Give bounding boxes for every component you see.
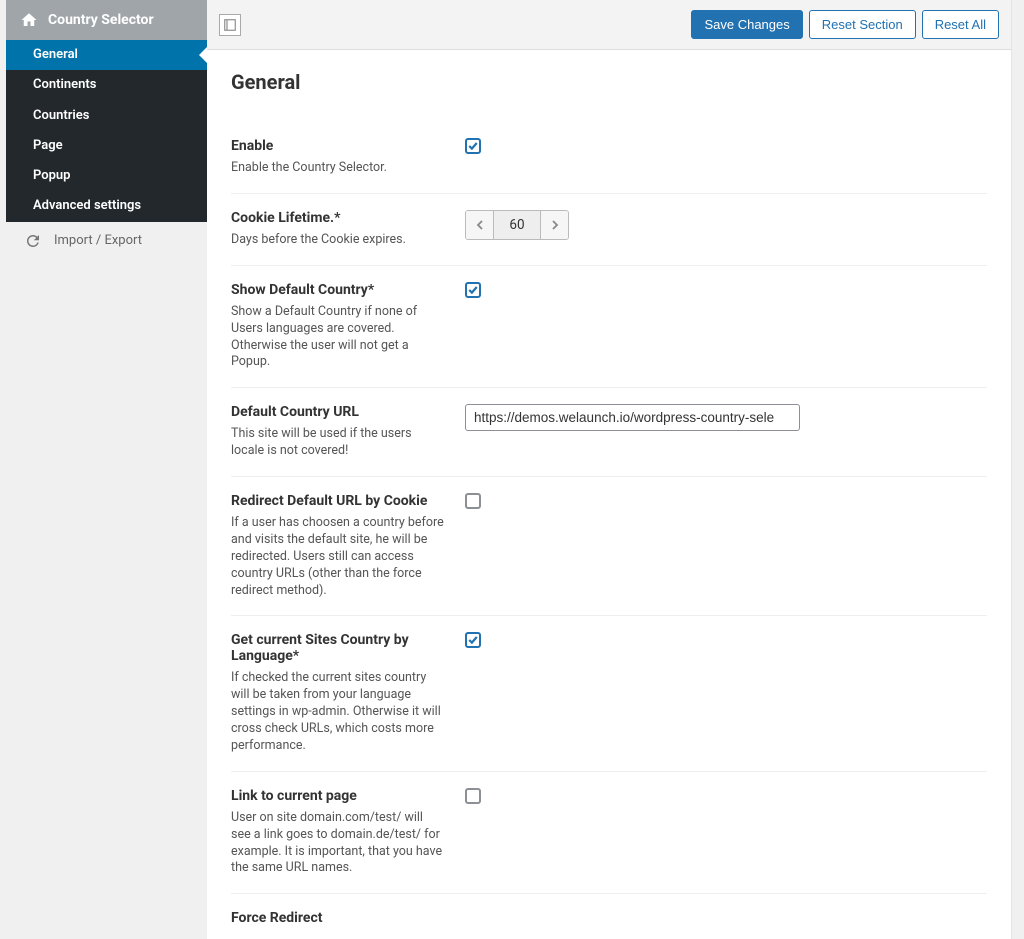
chevron-left-icon (476, 220, 484, 230)
sidebar-item-advanced[interactable]: Advanced settings (6, 191, 207, 221)
field-desc-link-current: User on site domain.com/test/ will see a… (231, 810, 445, 878)
sidebar-item-continents[interactable]: Continents (6, 70, 207, 100)
expand-icon (224, 19, 236, 31)
refresh-icon (24, 232, 42, 250)
sidebar-item-import-export[interactable]: Import / Export (6, 222, 207, 260)
field-desc-default-url: This site will be used if the users loca… (231, 426, 445, 460)
spinner-increment[interactable] (540, 211, 568, 239)
field-desc-cookie: Days before the Cookie expires. (231, 232, 445, 249)
sidebar-item-general[interactable]: General (6, 40, 207, 70)
save-button[interactable]: Save Changes (691, 10, 802, 39)
field-desc-enable: Enable the Country Selector. (231, 160, 445, 177)
check-icon (467, 634, 479, 646)
field-label-redirect-cookie: Redirect Default URL by Cookie (231, 493, 445, 509)
sidebar-title: Country Selector (48, 12, 154, 28)
default-url-input[interactable] (465, 404, 800, 431)
sidebar-secondary-label: Import / Export (54, 233, 142, 248)
spinner-decrement[interactable] (466, 211, 494, 239)
page-title: General (231, 70, 987, 94)
check-icon (467, 284, 479, 296)
link-current-checkbox[interactable] (465, 788, 481, 804)
field-label-by-language: Get current Sites Country by Language* (231, 632, 445, 664)
show-default-checkbox[interactable] (465, 282, 481, 298)
expand-button[interactable] (219, 14, 241, 36)
reset-all-button[interactable]: Reset All (922, 10, 999, 39)
reset-section-button[interactable]: Reset Section (809, 10, 916, 39)
field-desc-by-language: If checked the current sites country wil… (231, 670, 445, 754)
chevron-right-icon (551, 220, 559, 230)
enable-checkbox[interactable] (465, 138, 481, 154)
sidebar-item-countries[interactable]: Countries (6, 101, 207, 131)
field-desc-redirect-cookie: If a user has choosen a country before a… (231, 515, 445, 599)
sidebar-header: Country Selector (6, 0, 207, 40)
spinner-value[interactable]: 60 (494, 211, 540, 239)
sidebar-item-page[interactable]: Page (6, 131, 207, 161)
field-label-link-current: Link to current page (231, 788, 445, 804)
cookie-spinner: 60 (465, 210, 569, 240)
topbar: Save Changes Reset Section Reset All (207, 0, 1011, 50)
field-label-force-redirect: Force Redirect (231, 910, 445, 926)
field-label-enable: Enable (231, 138, 445, 154)
sidebar-nav: General Continents Countries Page Popup … (6, 40, 207, 222)
home-icon (20, 11, 38, 29)
redirect-cookie-checkbox[interactable] (465, 493, 481, 509)
by-language-checkbox[interactable] (465, 632, 481, 648)
field-label-default-url: Default Country URL (231, 404, 445, 420)
sidebar-item-popup[interactable]: Popup (6, 161, 207, 191)
check-icon (467, 140, 479, 152)
field-label-cookie: Cookie Lifetime.* (231, 210, 445, 226)
field-desc-show-default: Show a Default Country if none of Users … (231, 304, 445, 372)
field-label-show-default: Show Default Country* (231, 282, 445, 298)
